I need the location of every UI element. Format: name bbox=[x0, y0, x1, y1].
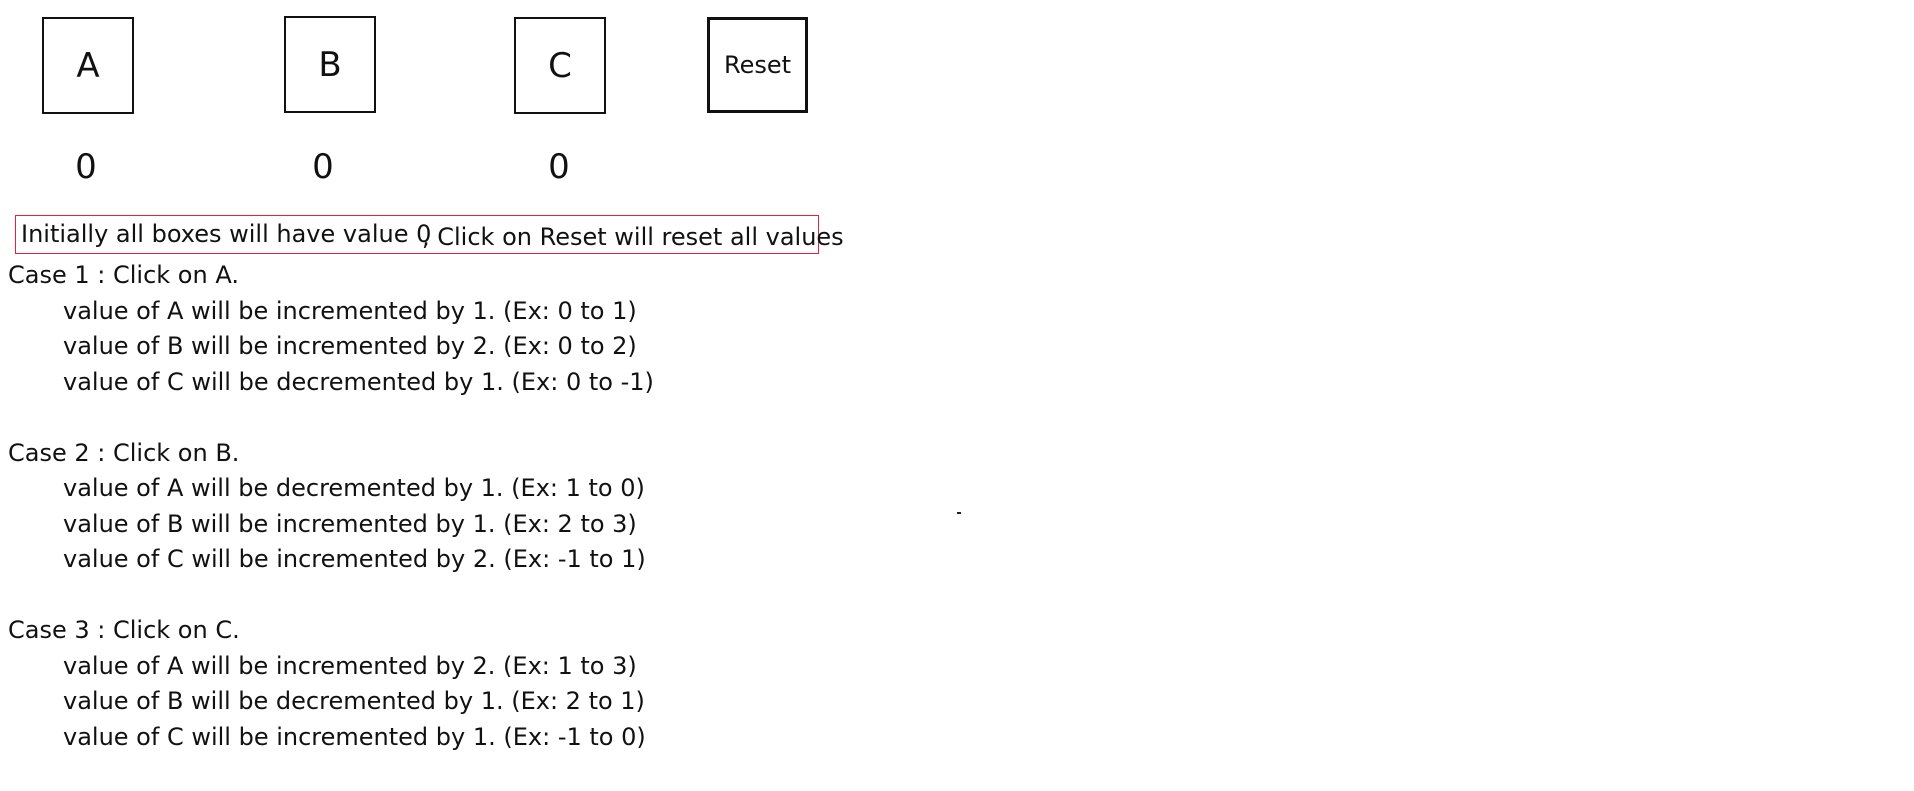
case-3: Case 3 : Click on C. value of A will be … bbox=[8, 613, 654, 755]
box-b-value: 0 bbox=[312, 147, 334, 187]
case-rule: value of C will be incremented by 2. (Ex… bbox=[63, 545, 646, 573]
case-rule: value of B will be incremented by 2. (Ex… bbox=[63, 332, 637, 360]
case-rule: value of C will be decremented by 1. (Ex… bbox=[63, 367, 654, 396]
case-rule: value of B will be incremented by 1. (Ex… bbox=[63, 509, 637, 538]
stray-mark bbox=[957, 512, 961, 514]
box-a-button[interactable]: A bbox=[42, 17, 134, 114]
case-title: Case 3 : Click on C. bbox=[8, 616, 240, 644]
case-1: Case 1 : Click on A. value of A will be … bbox=[8, 258, 654, 400]
initial-note: Initially all boxes will have value 0 , … bbox=[15, 215, 844, 254]
reset-note-text: , Click on Reset will reset all values bbox=[422, 223, 844, 251]
case-list: Case 1 : Click on A. value of A will be … bbox=[8, 258, 654, 791]
case-title: Case 2 : Click on B. bbox=[8, 438, 240, 467]
box-b-label: B bbox=[318, 44, 342, 85]
box-b-button[interactable]: B bbox=[284, 16, 376, 113]
initial-note-text: Initially all boxes will have value 0 bbox=[21, 220, 432, 248]
box-a-value: 0 bbox=[75, 147, 97, 187]
case-rule: value of A will be decremented by 1. (Ex… bbox=[63, 474, 645, 502]
box-c-button[interactable]: C bbox=[514, 17, 606, 114]
case-2: Case 2 : Click on B. value of A will be … bbox=[8, 436, 654, 578]
reset-button[interactable]: Reset bbox=[707, 17, 808, 113]
box-a-label: A bbox=[76, 45, 100, 86]
box-c-label: C bbox=[548, 45, 572, 86]
case-rule: value of B will be decremented by 1. (Ex… bbox=[63, 687, 645, 715]
case-rule: value of A will be incremented by 1. (Ex… bbox=[63, 296, 637, 325]
case-title: Case 1 : Click on A. bbox=[8, 261, 239, 289]
case-rule: value of A will be incremented by 2. (Ex… bbox=[63, 651, 637, 680]
case-rule: value of C will be incremented by 1. (Ex… bbox=[63, 722, 646, 751]
reset-label: Reset bbox=[723, 51, 792, 79]
box-c-value: 0 bbox=[548, 147, 570, 187]
